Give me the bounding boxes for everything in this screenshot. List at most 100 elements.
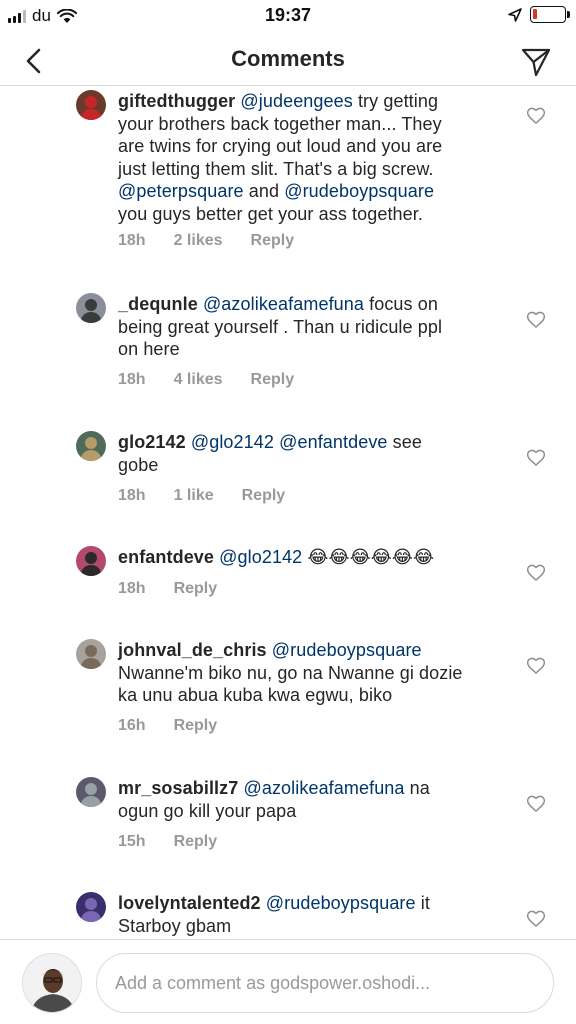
avatar-image	[23, 954, 81, 1012]
comment-timestamp: 16h	[118, 717, 146, 734]
heart-icon	[526, 449, 546, 466]
avatar[interactable]	[76, 777, 106, 807]
comment-line: ogun go kill your papa	[118, 800, 496, 823]
avatar[interactable]	[76, 892, 106, 922]
comment-likes[interactable]: 1 like	[174, 487, 214, 505]
avatar[interactable]	[76, 293, 106, 323]
page-title: Comments	[231, 46, 345, 71]
mention-link[interactable]: @azolikeafamefuna	[203, 294, 364, 314]
heart-icon	[526, 107, 546, 124]
like-button[interactable]	[526, 794, 546, 814]
share-button[interactable]	[518, 44, 554, 80]
comment-meta: 18h Reply	[118, 580, 217, 598]
avatar-image	[76, 293, 106, 323]
status-right	[508, 6, 570, 23]
comment-text-segment: Starboy gbam	[118, 915, 232, 936]
avatar-image	[76, 546, 106, 576]
avatar[interactable]	[76, 90, 106, 120]
location-arrow-icon	[508, 7, 522, 22]
mention-link[interactable]: @peterpsquare	[118, 181, 244, 201]
like-button[interactable]	[526, 563, 546, 583]
comment-meta: 16h Reply	[118, 717, 217, 735]
mention-link[interactable]: @rudeboypsquare	[284, 181, 434, 201]
comment-text-segment: you guys better get your ass together.	[118, 203, 423, 224]
avatar[interactable]	[76, 431, 106, 461]
comment-likes[interactable]: 4 likes	[174, 371, 223, 389]
mention-link[interactable]: @rudeboypsquare	[266, 893, 416, 913]
comment-text-segment: just letting them slit. That's a big scr…	[118, 158, 434, 179]
heart-icon	[526, 657, 546, 674]
comment-line: giftedthugger @judeengees try getting	[118, 90, 496, 113]
mention-link[interactable]: @enfantdeve	[279, 432, 387, 452]
avatar-image	[76, 639, 106, 669]
current-user-avatar[interactable]	[22, 953, 82, 1013]
avatar[interactable]	[76, 639, 106, 669]
mention-link[interactable]: @rudeboypsquare	[272, 640, 422, 660]
like-button[interactable]	[526, 656, 546, 676]
reply-button[interactable]: Reply	[251, 371, 295, 389]
battery-icon	[530, 6, 570, 23]
heart-icon	[526, 795, 546, 812]
comment-meta: 18h 4 likes Reply	[118, 371, 294, 389]
comment-likes[interactable]: 2 likes	[174, 232, 223, 250]
comment-text-segment: on here	[118, 339, 180, 359]
comment-text-segment: 😂😂😂😂😂😂	[302, 547, 435, 567]
comment-username[interactable]: mr_sosabillz7	[118, 778, 238, 798]
comment-timestamp: 18h	[118, 232, 146, 249]
comment-timestamp: 15h	[118, 833, 146, 850]
comment-line: mr_sosabillz7 @azolikeafamefuna na	[118, 777, 496, 800]
reply-button[interactable]: Reply	[174, 580, 218, 598]
comment-text-segment: focus on	[364, 294, 438, 314]
comment-text-segment: being great yourself . Than u ridicule p…	[118, 316, 443, 337]
reply-button[interactable]: Reply	[251, 232, 295, 250]
like-button[interactable]	[526, 106, 546, 126]
paper-plane-icon	[521, 48, 551, 77]
comment-input[interactable]: Add a comment as godspower.oshodi...	[96, 953, 554, 1013]
like-button[interactable]	[526, 448, 546, 468]
comment-username[interactable]: glo2142	[118, 432, 186, 452]
comment-line: are twins for crying out loud and you ar…	[118, 135, 496, 158]
avatar-image	[76, 777, 106, 807]
nav-bar: Comments	[0, 34, 576, 86]
comment-line: glo2142 @glo2142 @enfantdeve see	[118, 431, 496, 454]
comment-text-segment: your brothers back together man... They	[118, 113, 442, 134]
comment-text-segment: ogun go kill your papa	[118, 800, 297, 821]
reply-button[interactable]: Reply	[174, 833, 218, 851]
comment-timestamp: 18h	[118, 371, 146, 388]
comment-line: ka unu abua kuba kwa egwu, biko	[118, 684, 496, 707]
status-time: 19:37	[264, 5, 312, 25]
comment-text-segment: try getting	[352, 91, 439, 111]
comments-list[interactable]: giftedthugger @judeengees try getting you…	[0, 86, 576, 939]
mention-link[interactable]: @glo2142	[219, 547, 302, 567]
comment-text: lovelyntalented2 @rudeboypsquare it Starb…	[118, 892, 496, 937]
reply-button[interactable]: Reply	[242, 487, 286, 505]
like-button[interactable]	[526, 909, 546, 929]
comment-text: glo2142 @glo2142 @enfantdeve see gobe	[118, 431, 496, 476]
mention-link[interactable]: @azolikeafamefuna	[243, 778, 404, 798]
battery-level	[533, 9, 537, 19]
comment-username[interactable]: giftedthugger	[118, 91, 235, 111]
mention-link[interactable]: @judeengees	[240, 91, 352, 111]
comment-username[interactable]: johnval_de_chris	[118, 640, 267, 660]
comment-line: Starboy gbam	[118, 915, 496, 938]
reply-button[interactable]: Reply	[174, 717, 218, 735]
comment-line: being great yourself . Than u ridicule p…	[118, 316, 496, 339]
comment-text-segment: gobe	[118, 454, 159, 475]
comment-line: @peterpsquare and @rudeboypsquare	[118, 180, 496, 203]
avatar[interactable]	[76, 546, 106, 576]
comment-text-segment: are twins for crying out loud and you ar…	[118, 136, 443, 156]
comment-username[interactable]: enfantdeve	[118, 547, 214, 567]
comment-text: mr_sosabillz7 @azolikeafamefuna na ogun g…	[118, 777, 496, 822]
comment-username[interactable]: lovelyntalented2	[118, 893, 261, 913]
like-button[interactable]	[526, 310, 546, 330]
comment-composer: Add a comment as godspower.oshodi...	[0, 939, 576, 1024]
comment-text: johnval_de_chris @rudeboypsquare Nwanne'm…	[118, 639, 496, 707]
comment-username[interactable]: _dequnle	[118, 294, 198, 314]
avatar-image	[76, 892, 106, 922]
comment-line: enfantdeve @glo2142 😂😂😂😂😂😂	[118, 546, 496, 569]
comment-text-segment: na	[404, 778, 430, 798]
comment-line: _dequnle @azolikeafamefuna focus on	[118, 293, 496, 316]
comment-timestamp: 18h	[118, 487, 146, 504]
mention-link[interactable]: @glo2142	[191, 432, 274, 452]
comment-text-segment: it	[415, 893, 430, 913]
